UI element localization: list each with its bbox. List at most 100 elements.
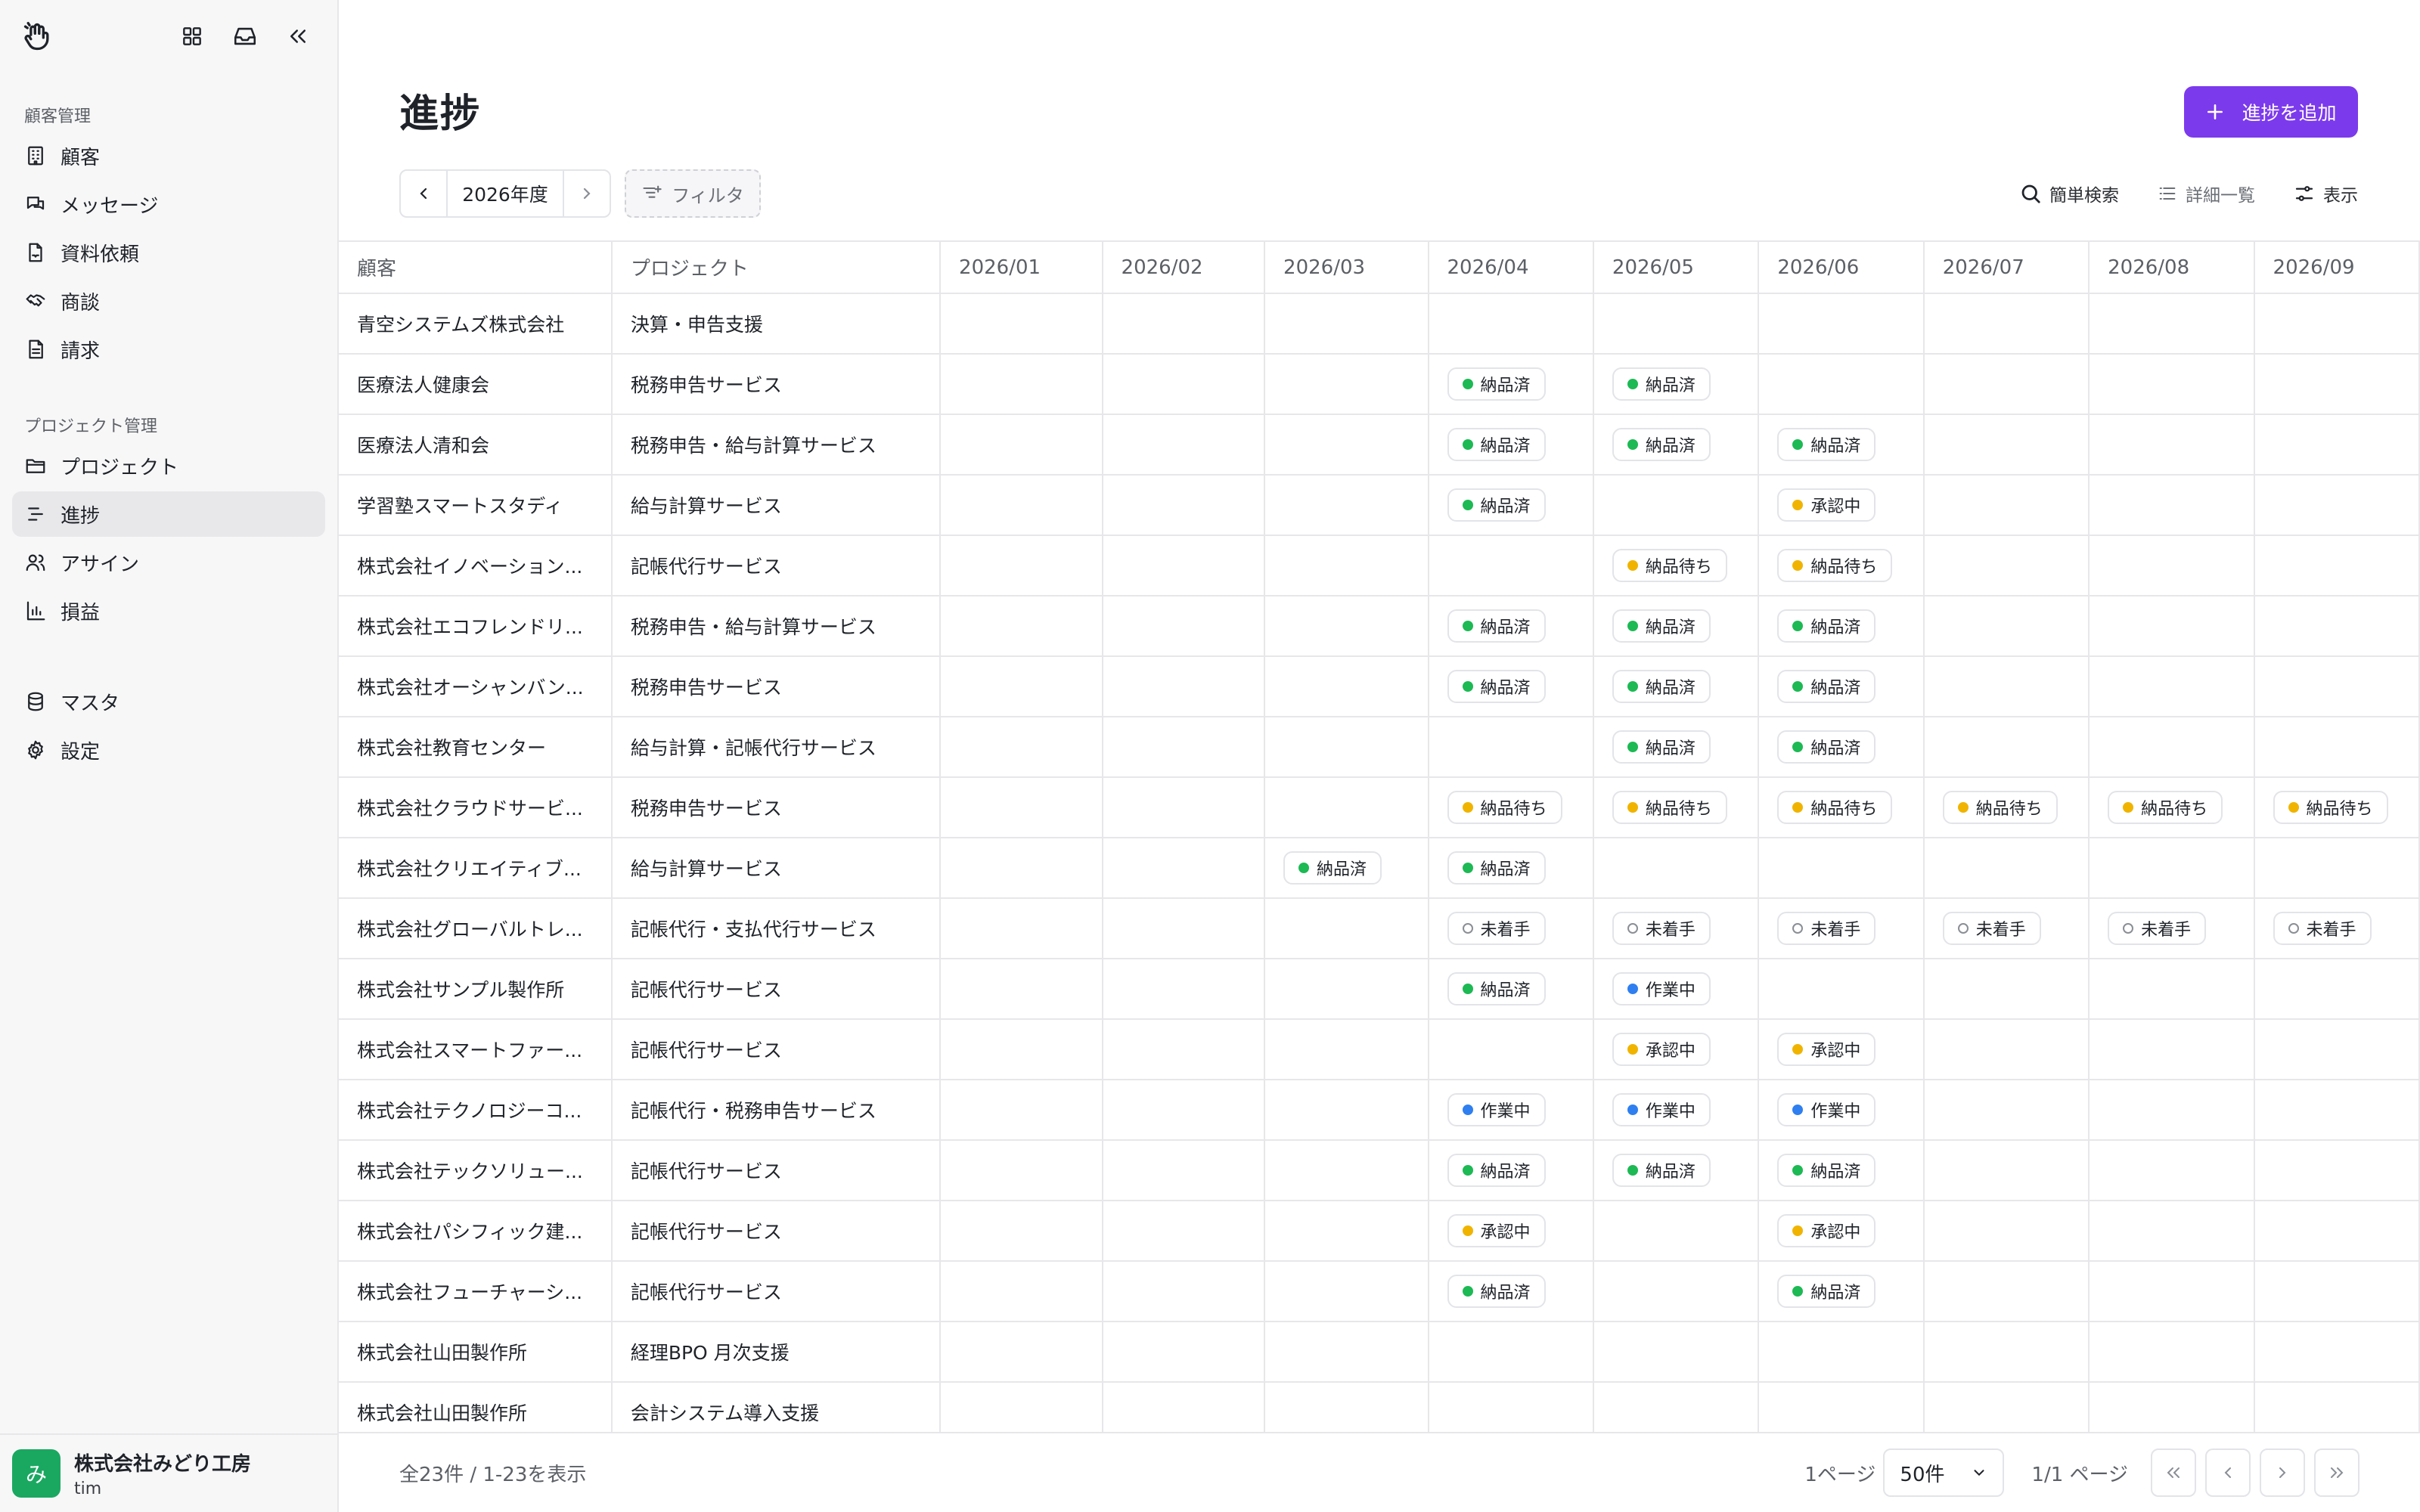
month-cell[interactable] [1102,1201,1266,1262]
month-cell[interactable] [1102,838,1266,899]
month-cell[interactable]: 未着手 [1758,898,1925,959]
month-cell[interactable] [1758,959,1925,1020]
month-cell[interactable] [940,898,1103,959]
month-cell[interactable]: 納品済 [1593,354,1760,415]
month-cell[interactable] [1593,1261,1760,1322]
table-row[interactable]: 株式会社グローバルトレ... 記帳代行・支払代行サービス 未着手 未着手 未着手 未着手 未… [339,898,2420,959]
status-badge[interactable]: 作業中 [1612,972,1711,1005]
month-cell[interactable] [940,1140,1103,1201]
status-badge[interactable]: 納品済 [1447,1275,1546,1308]
month-cell[interactable] [1923,656,2090,717]
table-row[interactable]: 株式会社サンプル製作所 記帳代行サービス 納品済 作業中 [339,959,2420,1020]
table-row[interactable]: 株式会社山田製作所 経理BPO 月次支援 [339,1321,2420,1383]
month-cell[interactable] [1923,414,2090,476]
status-badge[interactable]: 承認中 [1777,488,1876,522]
month-cell[interactable] [1102,293,1266,355]
month-cell[interactable] [1102,777,1266,838]
month-cell[interactable]: 納品済 [1428,838,1594,899]
first-page-button[interactable] [2151,1448,2196,1497]
month-cell[interactable] [1264,1382,1429,1432]
month-cell[interactable] [1923,717,2090,778]
month-cell[interactable] [2254,717,2420,778]
month-cell[interactable] [1264,898,1429,959]
month-cell[interactable]: 作業中 [1428,1080,1594,1141]
sidebar-item[interactable]: 顧客 [12,133,325,178]
month-cell[interactable]: 納品済 [1593,717,1760,778]
status-badge[interactable]: 未着手 [1612,912,1711,945]
month-cell[interactable] [1102,1382,1266,1432]
month-cell[interactable] [1758,354,1925,415]
month-cell[interactable] [2089,1201,2255,1262]
month-cell[interactable] [940,777,1103,838]
status-badge[interactable]: 作業中 [1777,1093,1876,1126]
status-badge[interactable]: 納品済 [1777,428,1876,461]
prev-page-button[interactable] [2205,1448,2251,1497]
month-cell[interactable] [1264,656,1429,717]
status-badge[interactable]: 納品待ち [2108,791,2223,824]
filter-button[interactable]: フィルタ [625,169,761,218]
status-badge[interactable]: 納品待ち [1612,549,1727,582]
status-badge[interactable]: 納品待ち [1777,549,1893,582]
month-cell[interactable] [1264,959,1429,1020]
prev-year-button[interactable] [401,171,446,216]
table-row[interactable]: 株式会社エコフレンドリ... 税務申告・給与計算サービス 納品済 納品済 納品済 [339,596,2420,657]
month-cell[interactable] [1264,1321,1429,1383]
month-cell[interactable]: 納品待ち [1758,535,1925,596]
month-cell[interactable] [2089,475,2255,536]
month-cell[interactable] [1923,535,2090,596]
column-header[interactable]: プロジェクト [611,242,942,294]
table-row[interactable]: 株式会社教育センター 給与計算・記帳代行サービス 納品済 納品済 [339,717,2420,778]
month-cell[interactable] [2254,959,2420,1020]
month-cell[interactable]: 納品待ち [1758,777,1925,838]
month-cell[interactable] [2254,1382,2420,1432]
status-badge[interactable]: 納品済 [1447,488,1546,522]
month-cell[interactable] [2254,1019,2420,1080]
sidebar-item[interactable]: アサイン [12,540,325,585]
status-badge[interactable]: 承認中 [1777,1033,1876,1066]
month-cell[interactable] [1102,1080,1266,1141]
month-cell[interactable]: 納品済 [1264,838,1429,899]
month-cell[interactable] [1102,1261,1266,1322]
month-cell[interactable] [1264,1019,1429,1080]
month-cell[interactable] [2254,596,2420,657]
sidebar-item[interactable]: プロジェクト [12,443,325,488]
column-header[interactable]: 2026/07 [1923,242,2090,294]
month-cell[interactable] [1593,838,1760,899]
table-row[interactable]: 株式会社フューチャーシ... 記帳代行サービス 納品済 納品済 [339,1261,2420,1322]
month-cell[interactable] [1923,1261,2090,1322]
table-row[interactable]: 株式会社クラウドサービ... 税務申告サービス 納品待ち 納品待ち 納品待ち 納品待ち 納品… [339,777,2420,838]
month-cell[interactable] [1923,1019,2090,1080]
month-cell[interactable] [1758,293,1925,355]
status-badge[interactable]: 未着手 [2108,912,2207,945]
next-page-button[interactable] [2260,1448,2305,1497]
month-cell[interactable]: 未着手 [2089,898,2255,959]
month-cell[interactable] [2089,838,2255,899]
month-cell[interactable]: 作業中 [1758,1080,1925,1141]
column-header[interactable]: 2026/03 [1264,242,1429,294]
status-badge[interactable]: 未着手 [1777,912,1876,945]
table-row[interactable]: 医療法人健康会 税務申告サービス 納品済 納品済 [339,354,2420,415]
month-cell[interactable] [1923,475,2090,536]
month-cell[interactable]: 承認中 [1428,1201,1594,1262]
status-badge[interactable]: 納品済 [1447,428,1546,461]
month-cell[interactable] [2089,535,2255,596]
month-cell[interactable] [2089,959,2255,1020]
column-header[interactable]: 2026/02 [1102,242,1266,294]
month-cell[interactable] [1102,959,1266,1020]
table-row[interactable]: 株式会社パシフィック建... 記帳代行サービス 承認中 承認中 [339,1201,2420,1262]
month-cell[interactable]: 納品待ち [2254,777,2420,838]
month-cell[interactable] [2254,1140,2420,1201]
month-cell[interactable] [1923,959,2090,1020]
table-row[interactable]: 医療法人清和会 税務申告・給与計算サービス 納品済 納品済 納品済 [339,414,2420,476]
month-cell[interactable] [2254,838,2420,899]
month-cell[interactable] [1102,1140,1266,1201]
last-page-button[interactable] [2314,1448,2360,1497]
month-cell[interactable]: 納品済 [1428,354,1594,415]
month-cell[interactable] [2089,596,2255,657]
month-cell[interactable] [1264,596,1429,657]
per-page-select[interactable]: 50件 [1883,1448,2005,1497]
month-cell[interactable] [940,354,1103,415]
month-cell[interactable] [2254,535,2420,596]
month-cell[interactable]: 納品済 [1593,1140,1760,1201]
month-cell[interactable] [1264,1140,1429,1201]
